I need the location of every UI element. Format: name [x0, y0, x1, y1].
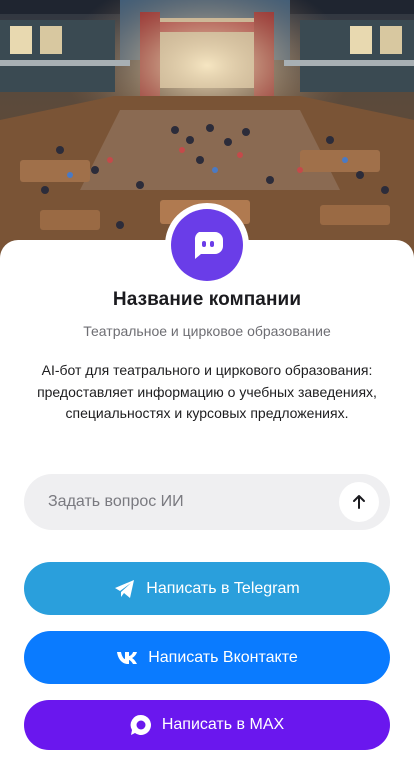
- max-icon: [130, 714, 152, 736]
- avatar: [171, 209, 243, 281]
- vk-icon: [116, 651, 138, 665]
- ask-ai-input[interactable]: [24, 474, 324, 530]
- vk-button-label: Написать Вконтакте: [148, 648, 298, 666]
- arrow-up-icon: [353, 495, 365, 509]
- max-button[interactable]: Написать в MAX: [24, 700, 390, 750]
- telegram-button[interactable]: Написать в Telegram: [24, 562, 390, 615]
- ask-send-button[interactable]: [339, 482, 379, 522]
- ask-ai-bar: [24, 474, 390, 530]
- company-tagline: Театральное и цирковое образование: [83, 323, 331, 339]
- vk-button[interactable]: Написать Вконтакте: [24, 631, 390, 684]
- max-button-label: Написать в MAX: [161, 716, 285, 733]
- telegram-button-label: Написать в Telegram: [146, 579, 300, 597]
- telegram-icon: [114, 579, 136, 599]
- company-name: Название компании: [112, 289, 302, 310]
- chat-bot-icon: [194, 232, 223, 259]
- company-description: AI-бот для театрального и циркового обра…: [37, 362, 377, 421]
